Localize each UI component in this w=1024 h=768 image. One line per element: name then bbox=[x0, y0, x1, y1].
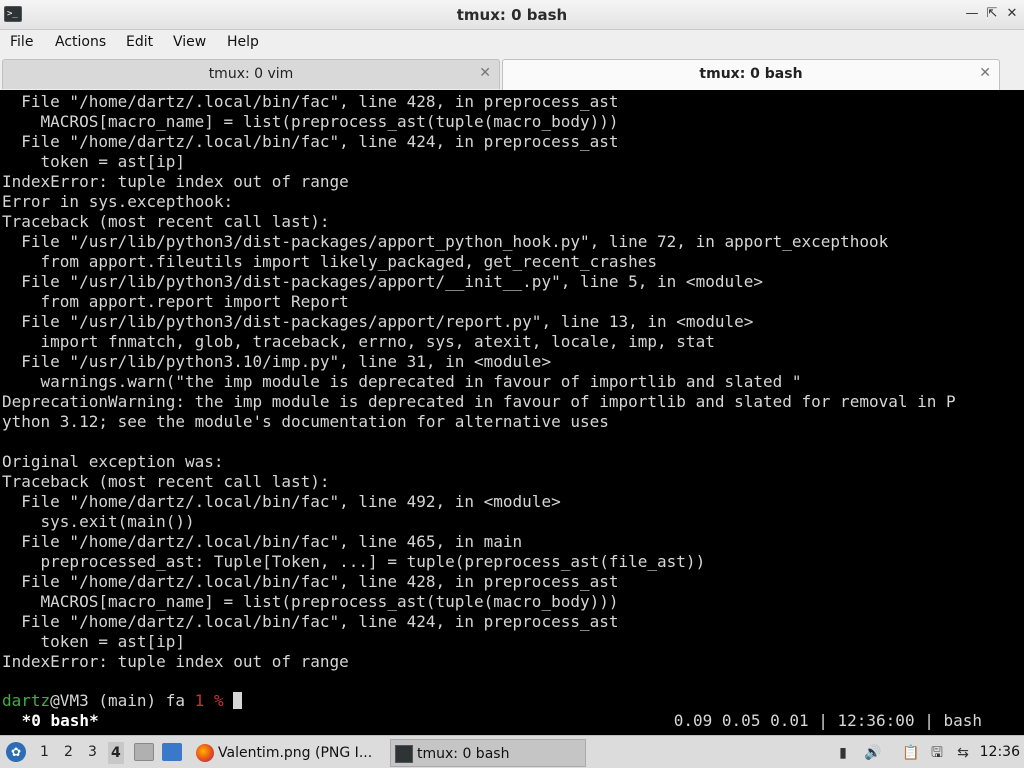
show-desktop-icon[interactable] bbox=[162, 743, 182, 761]
workspace-1[interactable]: 1 bbox=[40, 744, 49, 760]
network-icon[interactable]: ⇆ bbox=[954, 744, 972, 762]
terminal-line: import fnmatch, glob, traceback, errno, … bbox=[2, 332, 715, 351]
menu-edit[interactable]: Edit bbox=[126, 34, 153, 50]
vertical-handle-icon[interactable]: ▮ bbox=[834, 744, 852, 762]
menu-file[interactable]: File bbox=[10, 34, 33, 50]
clipboard-icon[interactable]: 📋 bbox=[902, 744, 920, 762]
terminal-line: MACROS[macro_name] = list(preprocess_ast… bbox=[2, 592, 619, 611]
tab-label: tmux: 0 bash bbox=[699, 66, 803, 82]
task-label: Valentim.png (PNG I... bbox=[218, 745, 373, 761]
close-icon[interactable]: ✕ bbox=[1003, 5, 1021, 23]
menu-help[interactable]: Help bbox=[227, 34, 259, 50]
terminal-line: File "/usr/lib/python3/dist-packages/app… bbox=[2, 272, 763, 291]
terminal-line: from apport.report import Report bbox=[2, 292, 349, 311]
maximize-icon[interactable]: ⇱ bbox=[983, 5, 1001, 23]
window-title: tmux: 0 bash bbox=[456, 6, 568, 24]
tab-bar: tmux: 0 vim ✕ tmux: 0 bash ✕ bbox=[0, 56, 1024, 90]
minimize-icon[interactable]: — bbox=[963, 5, 981, 23]
prompt-host: @VM3 (main) fa bbox=[50, 691, 195, 710]
prompt-line: dartz@VM3 (main) fa 1 % bbox=[2, 691, 243, 711]
prompt-exit-code: 1 bbox=[194, 691, 205, 710]
workspace-2[interactable]: 2 bbox=[64, 744, 73, 760]
tmux-status-right: 0.09 0.05 0.01 | 12:36:00 | bash bbox=[673, 711, 982, 730]
tab-bash[interactable]: tmux: 0 bash ✕ bbox=[502, 59, 1000, 90]
terminal-line: token = ast[ip] bbox=[2, 632, 186, 651]
terminal-line: File "/home/dartz/.local/bin/fac", line … bbox=[2, 132, 619, 151]
menu-bar: File Actions Edit View Help bbox=[0, 30, 1024, 56]
terminal-line: Original exception was: bbox=[2, 452, 224, 471]
terminal-line: IndexError: tuple index out of range bbox=[2, 172, 349, 191]
tmux-status-window: *0 bash* bbox=[12, 711, 99, 730]
clock[interactable]: 12:36 bbox=[980, 744, 1020, 760]
terminal-line: File "/home/dartz/.local/bin/fac", line … bbox=[2, 532, 523, 551]
prompt-symbol: % bbox=[204, 691, 234, 710]
volume-icon[interactable]: 🔊 bbox=[864, 744, 882, 762]
tab-close-icon[interactable]: ✕ bbox=[479, 65, 491, 81]
display-icon[interactable]: 🖫 bbox=[928, 744, 946, 762]
task-terminal[interactable]: tmux: 0 bash bbox=[390, 739, 586, 767]
terminal-line: File "/home/dartz/.local/bin/fac", line … bbox=[2, 492, 561, 511]
start-menu-icon[interactable]: ✿ bbox=[6, 742, 26, 762]
terminal-line: IndexError: tuple index out of range bbox=[2, 652, 349, 671]
terminal-line: File "/home/dartz/.local/bin/fac", line … bbox=[2, 92, 619, 111]
terminal-line: File "/home/dartz/.local/bin/fac", line … bbox=[2, 572, 619, 591]
menu-actions[interactable]: Actions bbox=[55, 34, 106, 50]
terminal-line: Traceback (most recent call last): bbox=[2, 472, 330, 491]
workspace-4[interactable]: 4 bbox=[108, 742, 124, 764]
tab-label: tmux: 0 vim bbox=[208, 66, 294, 82]
file-manager-icon[interactable] bbox=[134, 743, 154, 761]
text-cursor bbox=[233, 692, 243, 709]
terminal-line: from apport.fileutils import likely_pack… bbox=[2, 252, 658, 271]
tab-close-icon[interactable]: ✕ bbox=[979, 65, 991, 81]
workspace-3[interactable]: 3 bbox=[88, 744, 97, 760]
terminal-line: File "/usr/lib/python3.10/imp.py", line … bbox=[2, 352, 552, 371]
terminal-line: Error in sys.excepthook: bbox=[2, 192, 234, 211]
menu-view[interactable]: View bbox=[173, 34, 206, 50]
firefox-icon bbox=[196, 744, 214, 762]
terminal-line: File "/home/dartz/.local/bin/fac", line … bbox=[2, 612, 619, 631]
task-label: tmux: 0 bash bbox=[417, 746, 510, 762]
terminal-icon bbox=[395, 745, 413, 763]
terminal-view[interactable]: File "/home/dartz/.local/bin/fac", line … bbox=[0, 91, 1024, 734]
terminal-line: warnings.warn("the imp module is depreca… bbox=[2, 372, 802, 391]
task-firefox[interactable]: Valentim.png (PNG I... bbox=[192, 739, 384, 767]
terminal-line: ython 3.12; see the module's documentati… bbox=[2, 412, 609, 431]
taskbar: ✿ 1 2 3 4 Valentim.png (PNG I... tmux: 0… bbox=[0, 735, 1024, 768]
terminal-line: File "/usr/lib/python3/dist-packages/app… bbox=[2, 232, 889, 251]
terminal-line: preprocessed_ast: Tuple[Token, ...] = tu… bbox=[2, 552, 706, 571]
terminal-line: MACROS[macro_name] = list(preprocess_ast… bbox=[2, 112, 619, 131]
window-titlebar[interactable]: >_ tmux: 0 bash — ⇱ ✕ bbox=[0, 0, 1024, 30]
terminal-line: DeprecationWarning: the imp module is de… bbox=[2, 392, 956, 411]
prompt-user: dartz bbox=[2, 691, 51, 710]
terminal-line: Traceback (most recent call last): bbox=[2, 212, 330, 231]
tab-vim[interactable]: tmux: 0 vim ✕ bbox=[2, 59, 500, 89]
terminal-line: token = ast[ip] bbox=[2, 152, 186, 171]
terminal-line: sys.exit(main()) bbox=[2, 512, 195, 531]
terminal-line: File "/usr/lib/python3/dist-packages/app… bbox=[2, 312, 754, 331]
